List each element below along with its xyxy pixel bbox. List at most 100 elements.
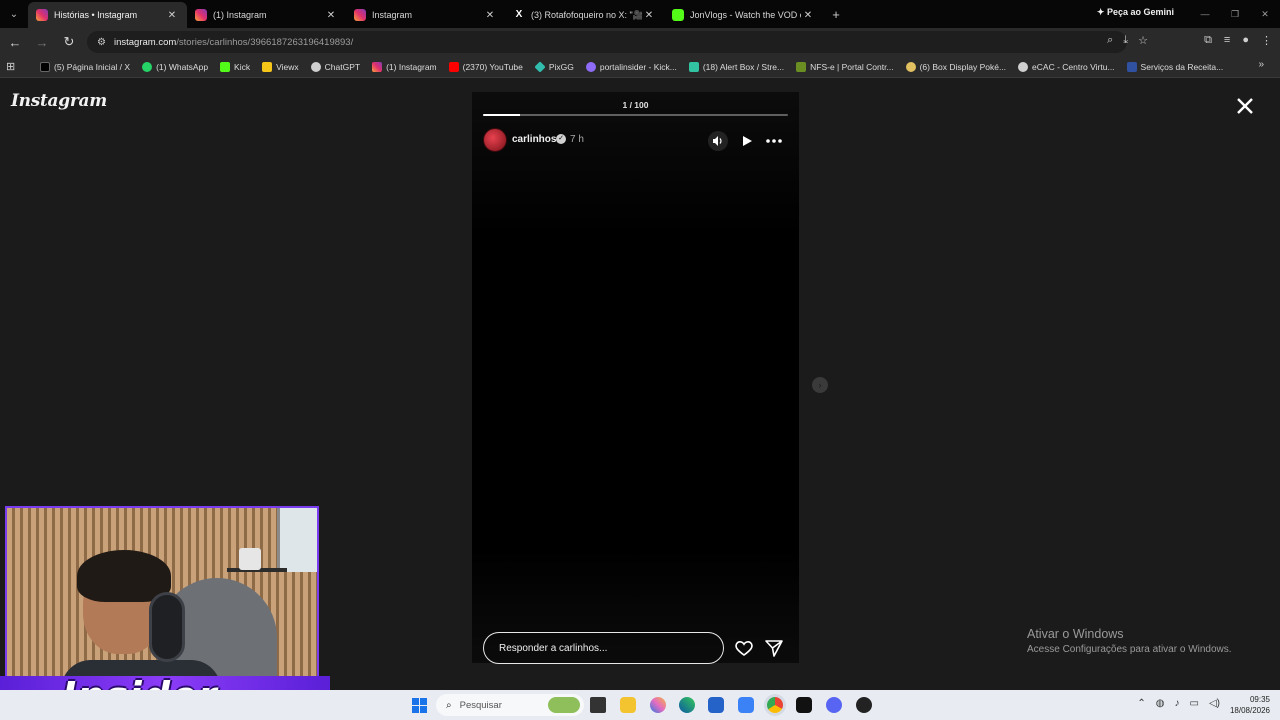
x-icon: X [515, 9, 523, 20]
forward-button[interactable]: → [30, 30, 54, 54]
story-username[interactable]: carlinhos [512, 134, 556, 145]
close-tab-icon[interactable]: ✕ [324, 10, 338, 21]
more-bookmarks-icon[interactable]: » [1258, 59, 1264, 70]
close-tab-icon[interactable]: ✕ [165, 10, 179, 21]
capcut-icon[interactable] [796, 697, 812, 713]
install-app-icon[interactable]: ⤓ [1123, 34, 1128, 47]
obs-icon[interactable] [856, 697, 872, 713]
nfse-icon [796, 61, 807, 72]
url-host: instagram.com [113, 36, 177, 48]
windows-activation-watermark: Ativar o Windows Acesse Configurações pa… [1027, 627, 1232, 655]
url-path: /stories/carlinhos/3966187263196419893/ [176, 36, 354, 48]
avatar[interactable] [483, 128, 507, 152]
bookmark-item[interactable]: Viewx [256, 57, 305, 77]
bookmark-item[interactable]: Kick [214, 57, 256, 77]
reload-button[interactable]: ↻ [57, 30, 81, 54]
close-tab-icon[interactable]: ✕ [483, 10, 497, 21]
send-icon[interactable] [764, 638, 784, 658]
bookmark-item[interactable]: ChatGPT [305, 57, 366, 77]
browser-menu-icon[interactable]: ⋮ [1261, 34, 1272, 47]
next-story-button[interactable]: › [812, 377, 828, 393]
network-icon[interactable]: ◍ [1156, 698, 1165, 709]
new-tab-button[interactable]: + [823, 7, 849, 22]
chevron-up-icon[interactable]: ⌃ [1137, 698, 1145, 709]
file-explorer-icon[interactable] [620, 697, 636, 713]
bookmark-label: Viewx [276, 61, 299, 72]
instagram-icon [354, 9, 366, 21]
tab-histories-instagram[interactable]: Histórias • Instagram ✕ [28, 2, 187, 28]
bookmark-item[interactable]: (1) WhatsApp [136, 57, 214, 77]
restore-icon[interactable]: ❐ [1220, 0, 1250, 28]
windows-start-icon[interactable] [412, 698, 427, 713]
instagram-icon [195, 9, 207, 21]
more-options-icon[interactable] [764, 131, 784, 151]
close-window-icon[interactable]: ✕ [1250, 0, 1280, 28]
volume-icon[interactable] [708, 131, 728, 151]
task-view-icon[interactable] [590, 697, 606, 713]
display-icon[interactable]: ▭ [1190, 698, 1199, 709]
close-tab-icon[interactable]: ✕ [642, 10, 656, 21]
system-tray: ⌃ ◍ ♪ ▭ ◁) [1137, 698, 1220, 709]
back-button[interactable]: ← [3, 30, 27, 54]
close-tab-icon[interactable]: ✕ [801, 10, 815, 21]
bookmark-item[interactable]: portalinsider - Kick... [580, 57, 683, 77]
bookmark-label: (6) Box Display Poké... [919, 61, 1007, 72]
tab-instagram-1[interactable]: (1) Instagram ✕ [187, 2, 346, 28]
bookmark-label: (18) Alert Box / Stre... [702, 61, 785, 72]
tab-rotafofoqueiro[interactable]: X (3) Rotafofoqueiro no X: "🎥 Br ✕ [505, 2, 664, 28]
url-field[interactable]: ⚙ instagram.com/stories/carlinhos/396618… [87, 31, 1127, 53]
webcam-overlay [5, 506, 319, 690]
apps-grid-icon[interactable]: ⊞ [6, 60, 24, 73]
heart-icon[interactable] [734, 638, 754, 658]
bookmark-item[interactable]: PixGG [529, 57, 580, 77]
bookmark-label: (2370) YouTube [462, 61, 523, 72]
chrome-icon[interactable] [767, 697, 783, 713]
tab-search-menu-icon[interactable]: ⌄ [0, 0, 28, 28]
mail-icon[interactable] [738, 697, 754, 713]
bookmark-item[interactable]: NFS-e | Portal Contr... [790, 57, 899, 77]
tab-title: JonVlogs - Watch the VOD on K [690, 10, 801, 20]
webcam-person [61, 542, 221, 688]
close-icon[interactable] [1234, 95, 1256, 117]
windows-taskbar: ⌕ Pesquisar ⌃ ◍ ♪ ▭ ◁) 09:35 18/08/2026 [0, 690, 1280, 720]
bookmark-item[interactable]: (2370) YouTube [443, 57, 529, 77]
store-icon[interactable] [708, 697, 724, 713]
search-highlight-icon[interactable] [548, 697, 580, 713]
reply-input[interactable]: Responder a carlinhos... [483, 632, 724, 664]
bookmark-item[interactable]: (5) Página Inicial / X [34, 57, 136, 77]
bookmark-star-icon[interactable]: ☆ [1138, 34, 1148, 47]
story-counter: 1 / 100 [622, 100, 649, 110]
bookmark-item[interactable]: (1) Instagram [366, 57, 443, 77]
zoom-icon[interactable]: ⌕ [1107, 34, 1113, 47]
kick-icon [672, 9, 684, 21]
edge-icon[interactable] [679, 697, 695, 713]
media-controls-icon[interactable]: ≡ [1224, 34, 1230, 47]
story-card[interactable]: 1 / 100 carlinhos ✓ 7 h Responder a carl… [472, 92, 799, 664]
extensions-icon[interactable]: ⧉ [1204, 34, 1212, 47]
site-info-icon[interactable]: ⚙ [97, 37, 106, 48]
story-progress-bar [483, 114, 788, 116]
microphone-icon[interactable]: ♪ [1175, 698, 1180, 709]
bookmark-item[interactable]: (6) Box Display Poké... [900, 57, 1012, 77]
play-icon[interactable] [737, 131, 757, 151]
copilot-icon[interactable] [650, 697, 666, 713]
profile-avatar[interactable]: ● [1242, 34, 1249, 47]
bookmark-label: (1) WhatsApp [156, 61, 209, 72]
bookmark-label: Serviços da Receita... [1140, 61, 1224, 72]
bookmark-label: eCAC - Centro Virtu... [1032, 61, 1115, 72]
speaker-icon[interactable]: ◁) [1209, 698, 1220, 709]
gemini-button[interactable]: ✦ Peça ao Gemini [1097, 7, 1174, 18]
taskbar-clock[interactable]: 09:35 18/08/2026 [1230, 694, 1270, 716]
discord-icon[interactable] [826, 697, 842, 713]
minimize-icon[interactable]: — [1190, 0, 1220, 28]
bookmark-item[interactable]: (18) Alert Box / Stre... [683, 57, 790, 77]
tab-instagram-2[interactable]: Instagram ✕ [346, 2, 505, 28]
bookmark-item[interactable]: eCAC - Centro Virtu... [1012, 57, 1121, 77]
search-icon: ⌕ [446, 699, 452, 711]
x-icon [40, 61, 50, 72]
tab-title: (1) Instagram [213, 10, 267, 20]
instagram-logo[interactable]: Instagram [11, 91, 107, 111]
bookmark-item[interactable]: Serviços da Receita... [1121, 57, 1230, 77]
clock-date: 18/08/2026 [1229, 706, 1270, 715]
tab-jonvlogs[interactable]: JonVlogs - Watch the VOD on K ✕ [664, 2, 823, 28]
